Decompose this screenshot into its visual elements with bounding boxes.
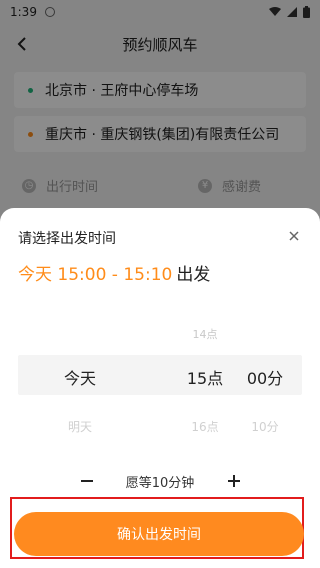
selected-time-range: 今天 15:00 - 15:10 xyxy=(18,265,173,285)
minute-current[interactable]: 00分 xyxy=(225,365,305,389)
time-picker: 今天 明天 14点 15点 16点 00分 10分 xyxy=(0,318,320,434)
confirm-departure-button[interactable]: 确认出发时间 xyxy=(14,512,304,556)
day-current[interactable]: 今天 xyxy=(40,365,120,389)
plus-icon xyxy=(228,475,240,487)
selected-time-suffix: 出发 xyxy=(176,265,211,285)
day-next[interactable]: 明天 xyxy=(40,418,120,435)
minute-next[interactable]: 10分 xyxy=(225,418,305,435)
day-column[interactable]: 今天 明天 xyxy=(40,318,120,434)
minus-icon xyxy=(81,480,93,482)
sheet-title: 请选择出发时间 xyxy=(18,231,116,247)
wait-duration: 愿等10分钟 xyxy=(125,476,195,491)
wait-time-stepper: 愿等10分钟 xyxy=(0,472,320,491)
close-button[interactable] xyxy=(284,226,304,246)
increase-wait-button[interactable] xyxy=(223,470,245,492)
minute-column[interactable]: 00分 10分 xyxy=(225,318,305,434)
time-picker-sheet: 请选择出发时间 今天 15:00 - 15:10 出发 今天 明天 14点 15点… xyxy=(0,208,320,568)
decrease-wait-button[interactable] xyxy=(76,470,98,492)
close-icon xyxy=(289,231,299,241)
selected-time-summary: 今天 15:00 - 15:10 出发 xyxy=(18,260,210,285)
